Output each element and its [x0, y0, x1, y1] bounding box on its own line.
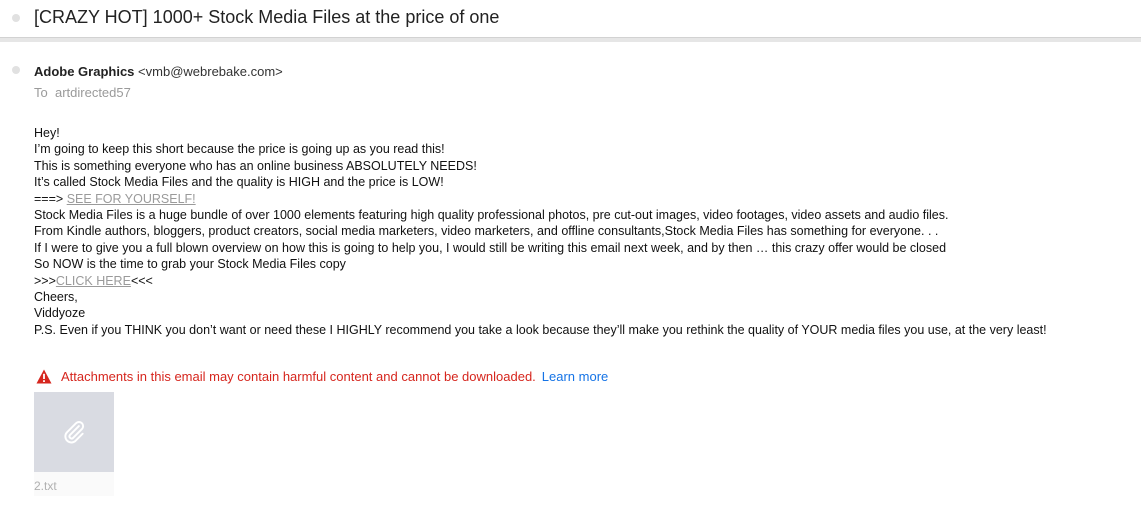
attachment-thumbnail[interactable] [34, 392, 114, 472]
attachment-label: 2.txt [34, 472, 114, 496]
to-label: To [34, 85, 48, 100]
from-line: Adobe Graphics <vmb@webrebake.com> [34, 64, 283, 79]
attachment-warning: Attachments in this email may contain ha… [36, 369, 608, 384]
link-suffix: <<< [130, 273, 153, 288]
warning-text: Attachments in this email may contain ha… [61, 369, 536, 384]
email-body: Hey! I’m going to keep this short becaus… [34, 125, 1047, 338]
arrow-prefix: ===> [34, 191, 67, 206]
body-line: P.S. Even if you THINK you don’t want or… [34, 322, 1047, 337]
paperclip-icon [64, 421, 85, 444]
body-line: Cheers, [34, 290, 78, 305]
learn-more-link[interactable]: Learn more [542, 369, 608, 384]
body-line: I’m going to keep this short because the… [34, 142, 445, 157]
link-prefix: >>> [34, 273, 56, 288]
see-for-yourself-link[interactable]: SEE FOR YOURSELF! [67, 192, 196, 206]
body-line: If I were to give you a full blown overv… [34, 240, 947, 255]
warning-icon [36, 369, 52, 384]
unread-dot-icon [12, 14, 20, 22]
body-line: Viddyoze [34, 306, 86, 321]
sender-email[interactable]: <vmb@webrebake.com> [138, 64, 283, 79]
click-here-link[interactable]: CLICK HERE [56, 274, 131, 288]
to-line: To artdirected57 [34, 85, 131, 100]
attachment-filename: 2.txt [34, 479, 57, 493]
sender-name[interactable]: Adobe Graphics [34, 64, 134, 79]
body-line: So NOW is the time to grab your Stock Me… [34, 257, 346, 272]
body-line: It’s called Stock Media Files and the qu… [34, 175, 444, 190]
body-line: This is something everyone who has an on… [34, 158, 477, 173]
subject-bar: [CRAZY HOT] 1000+ Stock Media Files at t… [0, 0, 1141, 37]
body-line: Hey! [34, 126, 60, 140]
header-divider [0, 37, 1141, 42]
body-line-link: ===> SEE FOR YOURSELF! [34, 191, 1047, 207]
body-line-link: >>>CLICK HERE<<< [34, 273, 1047, 289]
recipient[interactable]: artdirected57 [55, 85, 131, 100]
body-line: Stock Media Files is a huge bundle of ov… [34, 208, 949, 223]
email-subject: [CRAZY HOT] 1000+ Stock Media Files at t… [34, 7, 500, 27]
sender-dot-icon [12, 66, 20, 74]
body-line: From Kindle authors, bloggers, product c… [34, 224, 939, 239]
